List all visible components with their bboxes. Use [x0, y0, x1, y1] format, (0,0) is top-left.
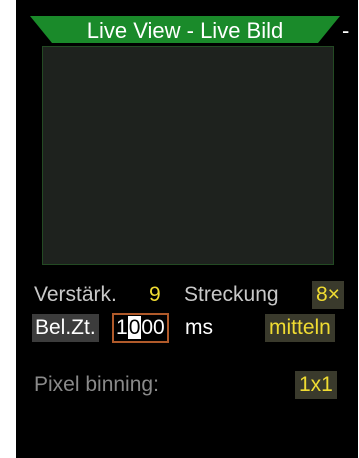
binning-row: Pixel binning: 1x1 [16, 370, 358, 400]
stretch-label: Streckung [184, 283, 279, 306]
exposure-digits-before: 1 [116, 316, 128, 339]
stretch-value[interactable]: 8× [312, 281, 344, 309]
device-screen: Live View - Live Bild - Verstärk. 9 Stre… [16, 0, 358, 458]
exposure-digit-cursor[interactable]: 0 [127, 316, 142, 339]
exposure-row: Bel.Zt. 1000 ms mitteln [16, 313, 358, 343]
live-preview-area [42, 46, 334, 265]
gain-value[interactable]: 9 [149, 280, 161, 310]
binning-label: Pixel binning: [34, 373, 159, 396]
screen-title: Live View - Live Bild [86, 18, 284, 43]
exposure-unit: ms [185, 316, 213, 339]
title-trailing-mark: - [342, 18, 350, 43]
exposure-label: Bel.Zt. [32, 314, 99, 342]
gain-label: Verstärk. [34, 283, 117, 306]
gain-stretch-row: Verstärk. 9 Streckung 8× [16, 280, 358, 310]
exposure-digits-after: 00 [141, 316, 165, 339]
binning-value[interactable]: 1x1 [295, 371, 337, 399]
exposure-input[interactable]: 1000 [112, 313, 169, 343]
average-toggle[interactable]: mitteln [265, 314, 335, 342]
